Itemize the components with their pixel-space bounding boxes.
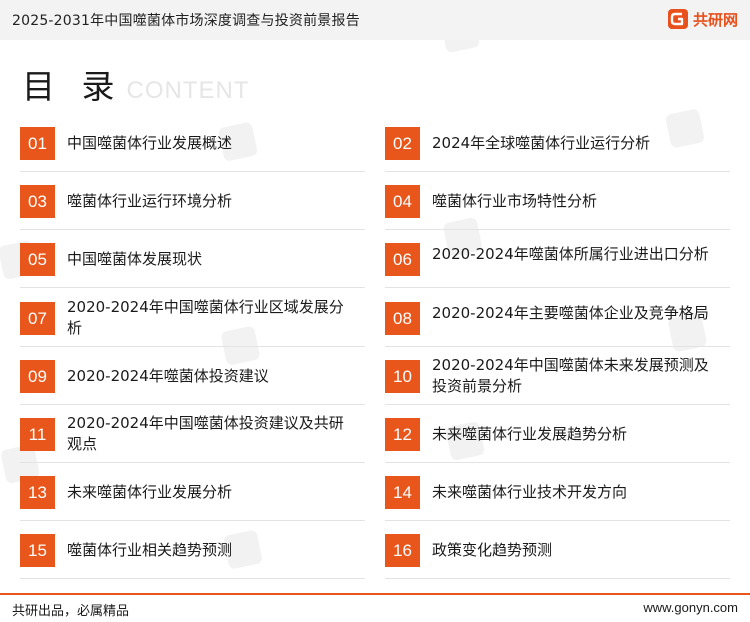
toc-item[interactable]: 07 2020-2024年中国噬菌体行业区域发展分析: [20, 298, 365, 347]
toc-item-label: 未来噬菌体行业发展趋势分析: [432, 425, 628, 443]
toc-divider: [20, 462, 365, 463]
toc-item-number: 04: [385, 185, 420, 218]
toc-item-number: 05: [20, 243, 55, 276]
toc-heading: 目 录 CONTENT: [22, 60, 250, 108]
toc-item-number: 02: [385, 127, 420, 160]
toc-item[interactable]: 13 未来噬菌体行业发展分析: [20, 476, 365, 521]
toc-item[interactable]: 10 2020-2024年中国噬菌体未来发展预测及投资前景分析: [385, 356, 730, 405]
toc-divider: [385, 404, 730, 405]
toc-item-label: 噬菌体行业运行环境分析: [67, 192, 233, 210]
toc-item-label: 2020-2024年主要噬菌体企业及竞争格局: [432, 304, 709, 322]
toc-item-label: 中国噬菌体发展现状: [67, 250, 203, 268]
toc-item-label: 政策变化趋势预测: [432, 541, 553, 559]
toc-item-number: 11: [20, 418, 55, 451]
toc-item-label: 噬菌体行业市场特性分析: [432, 192, 598, 210]
toc-item[interactable]: 14 未来噬菌体行业技术开发方向: [385, 476, 730, 521]
toc-item-number: 14: [385, 476, 420, 509]
toc-item[interactable]: 02 2024年全球噬菌体行业运行分析: [385, 127, 730, 172]
toc-item-number: 10: [385, 360, 420, 393]
header-bar: 2025-2031年中国噬菌体市场深度调查与投资前景报告 共研网: [0, 0, 750, 40]
report-title: 2025-2031年中国噬菌体市场深度调查与投资前景报告: [12, 13, 360, 29]
toc-item-number: 06: [385, 243, 420, 276]
toc-divider: [20, 578, 365, 579]
toc-item-number: 07: [20, 302, 55, 335]
toc-item-number: 12: [385, 418, 420, 451]
toc-item-number: 01: [20, 127, 55, 160]
toc-item-label: 2024年全球噬菌体行业运行分析: [432, 134, 651, 152]
toc-divider: [385, 171, 730, 172]
toc-divider: [385, 520, 730, 521]
toc-divider: [20, 346, 365, 347]
toc-item[interactable]: 08 2020-2024年主要噬菌体企业及竞争格局: [385, 302, 730, 347]
toc-item-label: 中国噬菌体行业发展概述: [67, 134, 233, 152]
toc-item-number: 16: [385, 534, 420, 567]
toc-item-label: 2020-2024年中国噬菌体行业区域发展分析: [67, 298, 344, 337]
toc-item-label: 2020-2024年噬菌体所属行业进出口分析: [432, 245, 709, 263]
toc-divider: [385, 346, 730, 347]
toc-item[interactable]: 06 2020-2024年噬菌体所属行业进出口分析: [385, 243, 730, 288]
toc-item[interactable]: 15 噬菌体行业相关趋势预测: [20, 534, 365, 579]
toc-heading-main: 目 录: [22, 67, 123, 106]
toc-heading-sub: CONTENT: [126, 77, 250, 104]
toc-item-label: 2020-2024年噬菌体投资建议: [67, 367, 269, 385]
toc-item-number: 03: [20, 185, 55, 218]
toc-item-number: 09: [20, 360, 55, 393]
toc-item-label: 噬菌体行业相关趋势预测: [67, 541, 233, 559]
toc-divider: [385, 578, 730, 579]
toc-divider: [20, 229, 365, 230]
toc-item[interactable]: 03 噬菌体行业运行环境分析: [20, 185, 365, 230]
toc-item-number: 08: [385, 302, 420, 335]
footer-slogan: 共研出品，必属精品: [12, 604, 130, 619]
brand: 共研网: [667, 8, 738, 30]
gonyn-logo-icon: [667, 9, 688, 29]
toc-divider: [385, 229, 730, 230]
toc-item-label: 未来噬菌体行业发展分析: [67, 483, 233, 501]
toc-divider: [385, 287, 730, 288]
toc-item-number: 15: [20, 534, 55, 567]
footer-website[interactable]: www.gonyn.com: [643, 600, 738, 615]
toc-item-number: 13: [20, 476, 55, 509]
toc-item-label: 2020-2024年中国噬菌体投资建议及共研观点: [67, 414, 344, 453]
toc-item[interactable]: 09 2020-2024年噬菌体投资建议: [20, 360, 365, 405]
toc-item[interactable]: 11 2020-2024年中国噬菌体投资建议及共研观点: [20, 414, 365, 463]
footer-divider: [0, 593, 750, 595]
toc-divider: [20, 520, 365, 521]
brand-name: 共研网: [692, 10, 738, 29]
toc-divider: [20, 404, 365, 405]
toc-divider: [20, 287, 365, 288]
toc-item[interactable]: 01 中国噬菌体行业发展概述: [20, 127, 365, 172]
toc-divider: [385, 462, 730, 463]
toc-item[interactable]: 12 未来噬菌体行业发展趋势分析: [385, 418, 730, 463]
toc-item[interactable]: 16 政策变化趋势预测: [385, 534, 730, 579]
toc-item-label: 未来噬菌体行业技术开发方向: [432, 483, 628, 501]
toc-item-label: 2020-2024年中国噬菌体未来发展预测及投资前景分析: [432, 356, 709, 395]
toc-item[interactable]: 04 噬菌体行业市场特性分析: [385, 185, 730, 230]
toc-item[interactable]: 05 中国噬菌体发展现状: [20, 243, 365, 288]
toc-divider: [20, 171, 365, 172]
